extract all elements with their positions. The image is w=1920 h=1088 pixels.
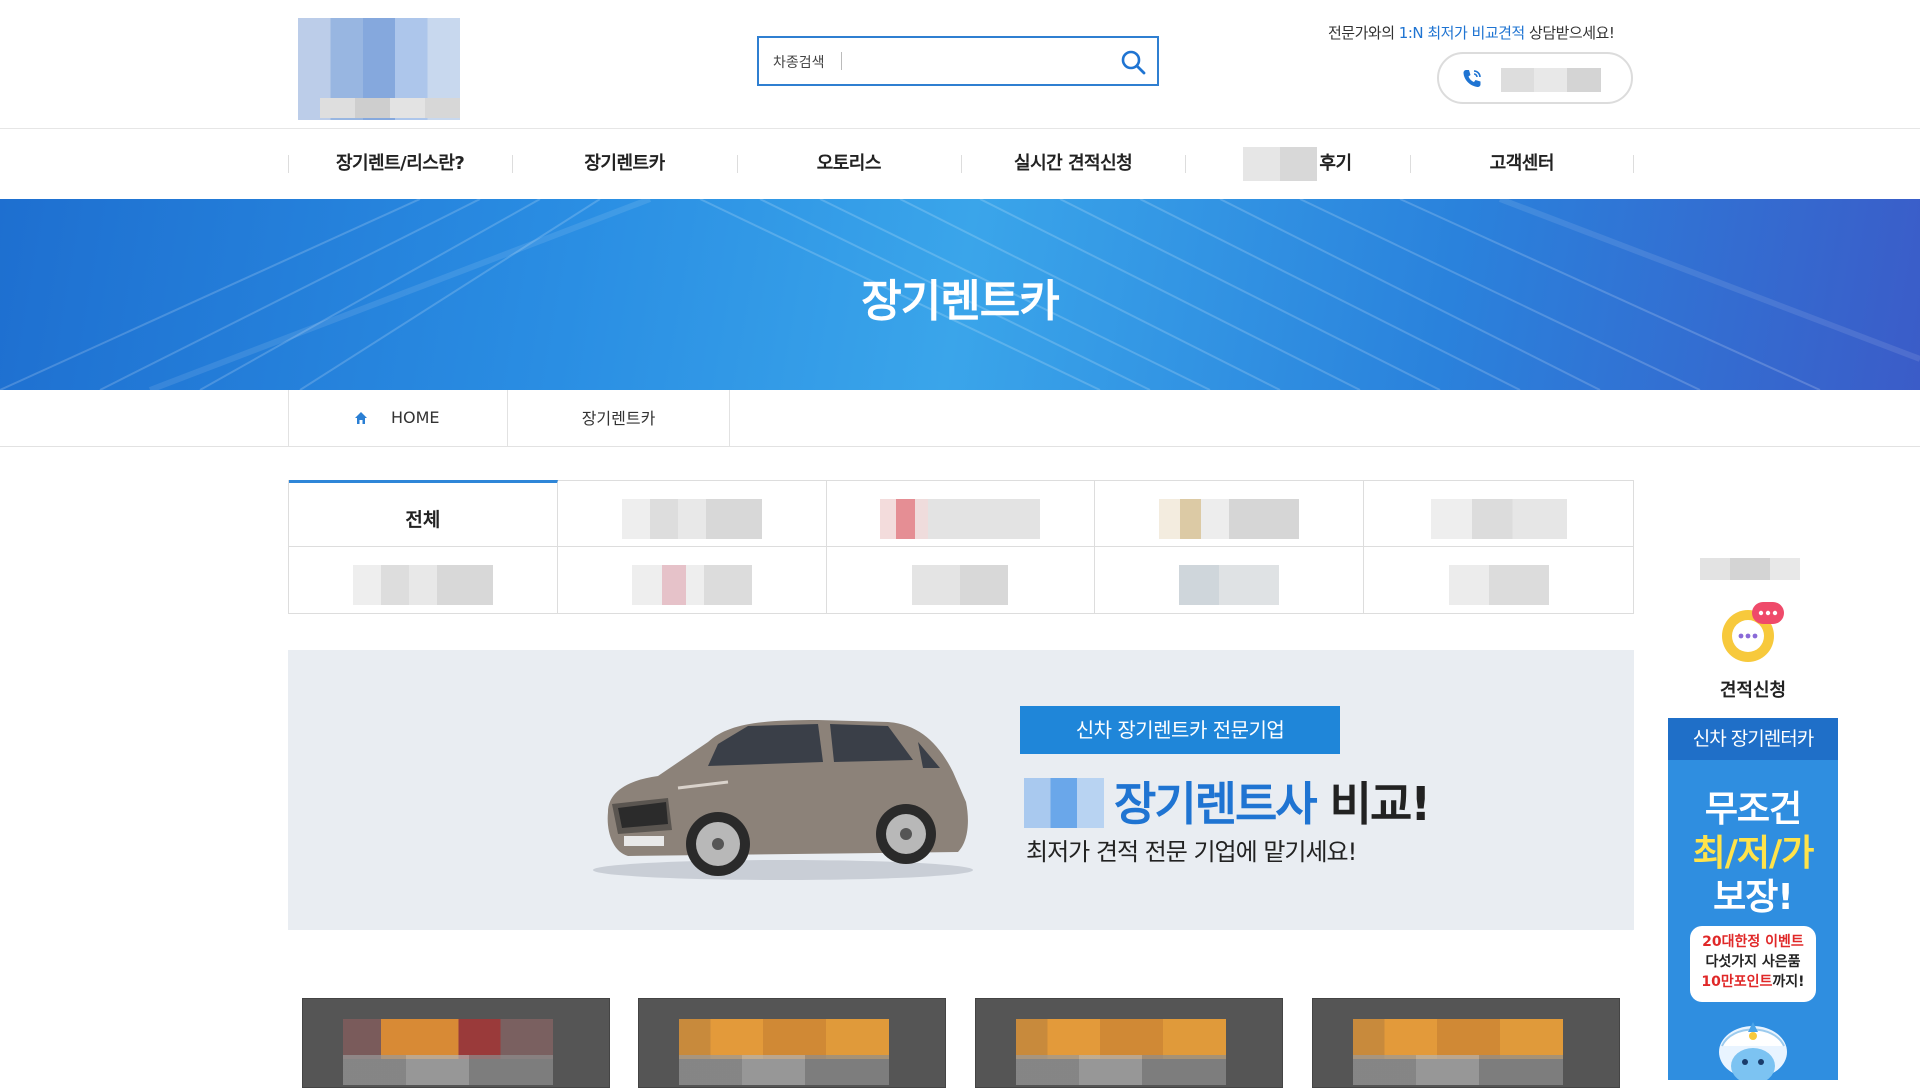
product-image-redacted: [1353, 1019, 1563, 1059]
filter-brand[interactable]: [826, 481, 1096, 547]
phone-call-button[interactable]: [1437, 52, 1633, 104]
bubble-line3: 10만포인트까지!: [1690, 972, 1816, 992]
product-image-redacted: [343, 1019, 553, 1059]
nav-reviews-label: 후기: [1319, 153, 1352, 174]
side-ad-event-bubble: 20대한정 이벤트 다섯가지 사은품 10만포인트까지!: [1690, 926, 1816, 1002]
side-ad-line3: 보장!: [1713, 877, 1794, 918]
filter-brand[interactable]: [1364, 547, 1633, 613]
home-icon: [355, 412, 367, 424]
brand-logo-redacted: [1448, 565, 1549, 605]
product-image-redacted: [679, 1019, 889, 1059]
brand-logo-redacted: [631, 565, 752, 605]
filter-brand[interactable]: [558, 547, 827, 613]
breadcrumb-current[interactable]: 장기렌트카: [508, 390, 730, 446]
suv-car-image: [593, 720, 973, 880]
search-icon[interactable]: [1119, 48, 1147, 76]
vehicle-search-input[interactable]: [851, 46, 1105, 78]
filter-brand[interactable]: [557, 481, 827, 547]
filter-brand[interactable]: [289, 547, 558, 613]
search-divider: [841, 52, 842, 70]
page-title: 장기렌트카: [861, 276, 1059, 327]
phone-number-redacted: [1501, 68, 1601, 92]
breadcrumb: HOME 장기렌트카: [0, 390, 1920, 447]
phone-icon: [1463, 70, 1481, 87]
product-image-redacted: [1016, 1019, 1226, 1059]
side-ad-header: 신차 장기렌터카: [1668, 718, 1838, 760]
filter-brand[interactable]: [1364, 481, 1633, 547]
filter-all[interactable]: 전체: [289, 480, 558, 547]
product-card[interactable]: [638, 998, 946, 1088]
brand-logo-redacted: [912, 565, 1009, 605]
product-card[interactable]: [1312, 998, 1620, 1088]
page-hero-banner: 장기렌트카: [0, 199, 1920, 390]
main-nav: 장기렌트/리스란? 장기렌트카 오토리스 실시간 견적신청 후기 고객센터: [288, 129, 1635, 199]
site-logo[interactable]: [298, 18, 460, 120]
brand-filter-grid: 전체: [288, 480, 1634, 614]
breadcrumb-home-label: HOME: [391, 408, 440, 427]
filter-all-label: 전체: [405, 509, 441, 531]
nav-item-reviews[interactable]: 후기: [1185, 129, 1409, 199]
tagline-highlight: 1:N 최저가 비교견적: [1398, 24, 1525, 42]
brand-logo-redacted: [1179, 565, 1280, 605]
vehicle-search-box: 차종검색: [757, 36, 1159, 86]
brand-logo-redacted: [1430, 499, 1567, 539]
promo-banner[interactable]: 신차 장기렌트카 전문기업 장기렌트사 비교! 최저가 견적 전문 기업에 맡기…: [288, 650, 1634, 930]
promo-headline-blue: 장기렌트사: [1114, 777, 1318, 831]
nav-item-auto-lease[interactable]: 오토리스: [736, 129, 961, 199]
promo-badge: 신차 장기렌트카 전문기업: [1020, 706, 1340, 754]
brand-logo-redacted: [621, 499, 762, 539]
filter-brand[interactable]: [1095, 481, 1365, 547]
quote-request-label[interactable]: 견적신청: [1700, 676, 1806, 702]
bubble-line3-rest: 까지!: [1772, 974, 1805, 990]
brand-logo-redacted: [880, 499, 1041, 539]
search-label: 차종검색: [773, 55, 825, 71]
nav-item-about[interactable]: 장기렌트/리스란?: [288, 129, 512, 199]
brand-logo-redacted: [1159, 499, 1300, 539]
brand-logo-redacted: [352, 565, 493, 605]
side-ad-banner[interactable]: 신차 장기렌터카 무조건 최/저/가 보장! 20대한정 이벤트 다섯가지 사은…: [1668, 718, 1838, 1080]
side-brand-redacted: [1700, 558, 1800, 580]
product-card[interactable]: [975, 998, 1283, 1088]
chat-bubble-icon[interactable]: [1718, 598, 1788, 668]
nav-item-customer-center[interactable]: 고객센터: [1409, 129, 1635, 199]
tagline-post: 상담받으세요!: [1524, 24, 1615, 42]
nav-item-longterm-rent[interactable]: 장기렌트카: [512, 129, 736, 199]
filter-brand[interactable]: [1095, 547, 1365, 613]
brand-name-redacted: [1024, 778, 1104, 828]
bubble-line2: 다섯가지 사은품: [1705, 954, 1801, 970]
promo-subline: 최저가 견적 전문 기업에 맡기세요!: [1026, 838, 1357, 866]
genie-mascot-icon: [1719, 1022, 1787, 1080]
consult-tagline: 전문가와의 1:N 최저가 비교견적 상담받으세요!: [1328, 22, 1615, 43]
reviews-brand-redacted: [1243, 147, 1318, 181]
tagline-pre: 전문가와의: [1328, 24, 1399, 42]
bubble-line1: 20대한정 이벤트: [1702, 934, 1804, 950]
product-image-redacted: [679, 1055, 889, 1085]
product-image-redacted: [1016, 1055, 1226, 1085]
product-card[interactable]: [302, 998, 610, 1088]
filter-brand[interactable]: [827, 547, 1096, 613]
promo-headline-dark: 비교!: [1315, 777, 1432, 831]
bubble-line3-red: 10만포인트: [1701, 974, 1773, 990]
breadcrumb-home-link[interactable]: HOME: [288, 390, 508, 446]
promo-headline: 장기렌트사 비교!: [1024, 768, 1432, 834]
product-image-redacted: [343, 1055, 553, 1085]
nav-item-realtime-quote[interactable]: 실시간 견적신청: [960, 129, 1185, 199]
product-image-redacted: [1353, 1055, 1563, 1085]
